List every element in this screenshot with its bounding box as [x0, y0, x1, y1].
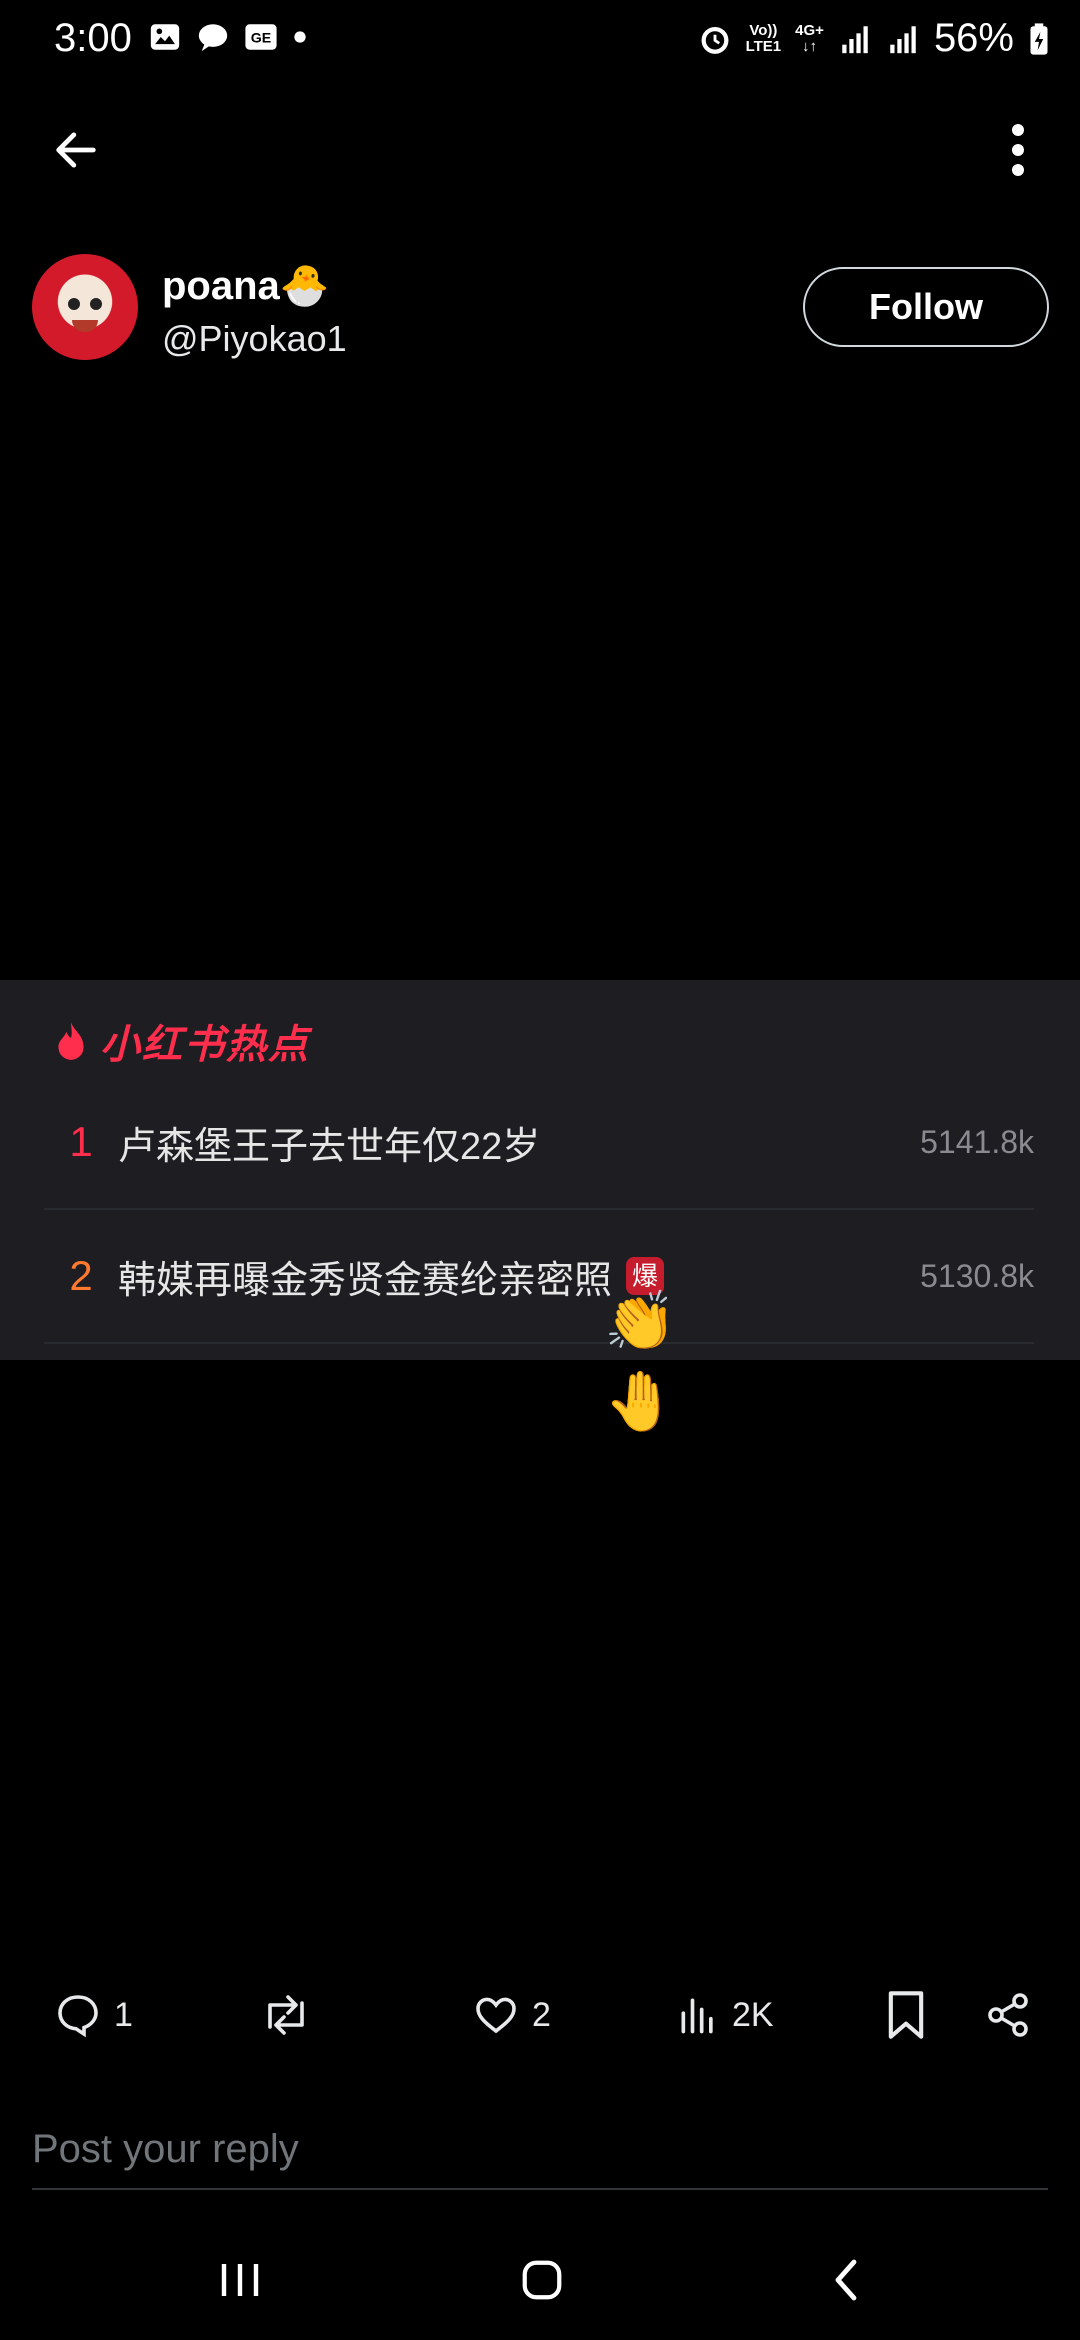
4g-icon: 4G+ ↓↑ — [795, 21, 824, 55]
volte-icon: Vo)) LTE1 — [745, 21, 782, 55]
trend-row: 2 韩媒再曝金秀贤金赛纶亲密照 爆 5130.8k — [44, 1210, 1034, 1344]
author-display-name[interactable]: poana🐣 — [162, 262, 330, 309]
signal-icon — [890, 25, 916, 53]
recent-apps-button[interactable] — [200, 2245, 280, 2315]
trend-count: 5141.8k — [920, 1123, 1034, 1160]
bookmark-button[interactable] — [884, 1985, 928, 2045]
trend-count: 5130.8k — [920, 1257, 1034, 1294]
repost-icon — [268, 1995, 304, 2035]
author-handle[interactable]: @Piyokao1 — [162, 318, 347, 360]
like-button[interactable]: 2 — [472, 1985, 551, 2045]
home-button[interactable] — [502, 2245, 582, 2315]
ge-badge-icon: GE — [245, 24, 277, 50]
more-options-button[interactable] — [986, 118, 1050, 182]
home-icon — [522, 2260, 562, 2300]
trend-title: 卢森堡王子去世年仅22岁 — [118, 1115, 920, 1170]
trend-title-text: 卢森堡王子去世年仅22岁 — [118, 1125, 541, 1168]
reply-count: 1 — [114, 1995, 133, 2034]
comment-icon — [58, 1995, 98, 2038]
volte-label-bottom: LTE1 — [745, 37, 782, 55]
reply-button[interactable]: 1 — [54, 1985, 133, 2045]
network-type-label: 4G+ — [795, 21, 824, 39]
system-back-button[interactable] — [806, 2245, 886, 2315]
share-icon — [988, 1993, 1028, 2037]
more-vertical-icon — [1012, 124, 1024, 176]
media-title-row: 小红书热点 — [52, 1012, 310, 1070]
status-time: 3:00 — [54, 16, 132, 60]
system-icons: Vo)) LTE1 4G+ ↓↑ 56% — [698, 16, 1050, 61]
chevron-left-icon — [835, 2259, 857, 2301]
trend-rank: 2 — [69, 1252, 93, 1299]
signal-icon — [842, 25, 868, 53]
volte-label-top: Vo)) — [749, 21, 778, 39]
back-button[interactable] — [44, 118, 108, 182]
share-button[interactable] — [984, 1985, 1032, 2045]
dot-icon — [294, 31, 306, 43]
battery-percent: 56% — [933, 16, 1014, 60]
arrow-left-icon — [56, 132, 96, 168]
bookmark-icon — [888, 1991, 924, 2039]
repost-button[interactable] — [260, 1985, 324, 2045]
flame-icon — [58, 1022, 84, 1060]
data-arrows-icon: ↓↑ — [802, 37, 818, 55]
media-title: 小红书热点 — [100, 1023, 310, 1067]
avatar-eye — [90, 298, 102, 310]
reply-input[interactable] — [32, 2110, 1048, 2190]
views-button[interactable]: 2K — [676, 1985, 774, 2045]
heart-icon — [476, 1997, 516, 2034]
views-count: 2K — [732, 1995, 774, 2034]
trend-title-text: 韩媒再曝金秀贤金赛纶亲密照 — [118, 1259, 613, 1302]
alarm-icon — [701, 26, 729, 54]
battery-icon — [1030, 22, 1048, 55]
status-bar: 3:00 GE Vo)) LTE1 4G+ ↓↑ 56% — [0, 0, 1080, 80]
avatar-eye — [68, 298, 80, 310]
trend-rank: 1 — [69, 1118, 93, 1165]
svg-text:GE: GE — [251, 31, 271, 47]
bar-chart-icon — [681, 1998, 713, 2034]
notification-icons: GE — [148, 20, 308, 54]
image-icon — [150, 24, 180, 50]
clapping-hands-emoji: 👏🤚 — [604, 1289, 677, 1434]
trend-title: 韩媒再曝金秀贤金赛纶亲密照 爆 — [118, 1249, 920, 1304]
recent-apps-icon — [221, 2264, 259, 2296]
chat-bubble-icon — [198, 24, 228, 52]
follow-button[interactable]: Follow — [803, 267, 1049, 347]
avatar-mouth — [72, 320, 98, 332]
avatar[interactable] — [32, 254, 138, 360]
trend-row: 1 卢森堡王子去世年仅22岁 5141.8k — [44, 1076, 1034, 1210]
like-count: 2 — [532, 1995, 551, 2034]
